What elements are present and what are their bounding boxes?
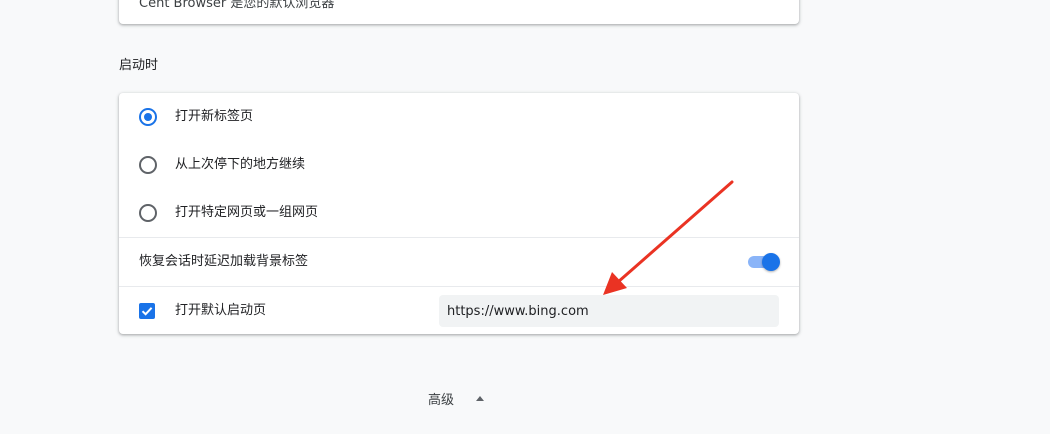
section-title-on-startup: 启动时 xyxy=(119,58,159,73)
startup-option-label: 从上次停下的地方继续 xyxy=(175,157,306,172)
startup-option-new-tab[interactable]: 打开新标签页 xyxy=(119,93,799,141)
radio-button-unchecked-icon[interactable] xyxy=(139,204,157,222)
toggle-knob xyxy=(762,253,780,271)
radio-button-unchecked-icon[interactable] xyxy=(139,156,157,174)
startup-card: 打开新标签页 从上次停下的地方继续 打开特定网页或一组网页 恢复会话时延迟加载背… xyxy=(119,93,799,334)
default-browser-status: Cent Browser 是您的默认浏览器 xyxy=(139,0,335,11)
caret-up-icon xyxy=(476,395,485,401)
checkbox-checked-icon[interactable] xyxy=(139,303,155,319)
default-start-page-setting: 打开默认启动页 xyxy=(119,287,799,335)
default-start-page-url-input[interactable] xyxy=(439,295,779,327)
lazy-load-label: 恢复会话时延迟加载背景标签 xyxy=(139,254,309,269)
default-start-page-label: 打开默认启动页 xyxy=(175,303,267,318)
startup-option-label: 打开特定网页或一组网页 xyxy=(175,205,319,220)
startup-option-label: 打开新标签页 xyxy=(175,109,254,124)
advanced-toggle-button[interactable]: 高级 xyxy=(420,384,485,412)
startup-option-continue[interactable]: 从上次停下的地方继续 xyxy=(119,141,799,189)
radio-button-checked-icon[interactable] xyxy=(139,108,157,126)
advanced-label: 高级 xyxy=(428,392,455,408)
lazy-load-setting[interactable]: 恢复会话时延迟加载背景标签 xyxy=(119,238,799,286)
lazy-load-toggle[interactable] xyxy=(748,253,780,271)
default-browser-card: Cent Browser 是您的默认浏览器 xyxy=(119,0,799,24)
startup-option-specific-pages[interactable]: 打开特定网页或一组网页 xyxy=(119,189,799,237)
